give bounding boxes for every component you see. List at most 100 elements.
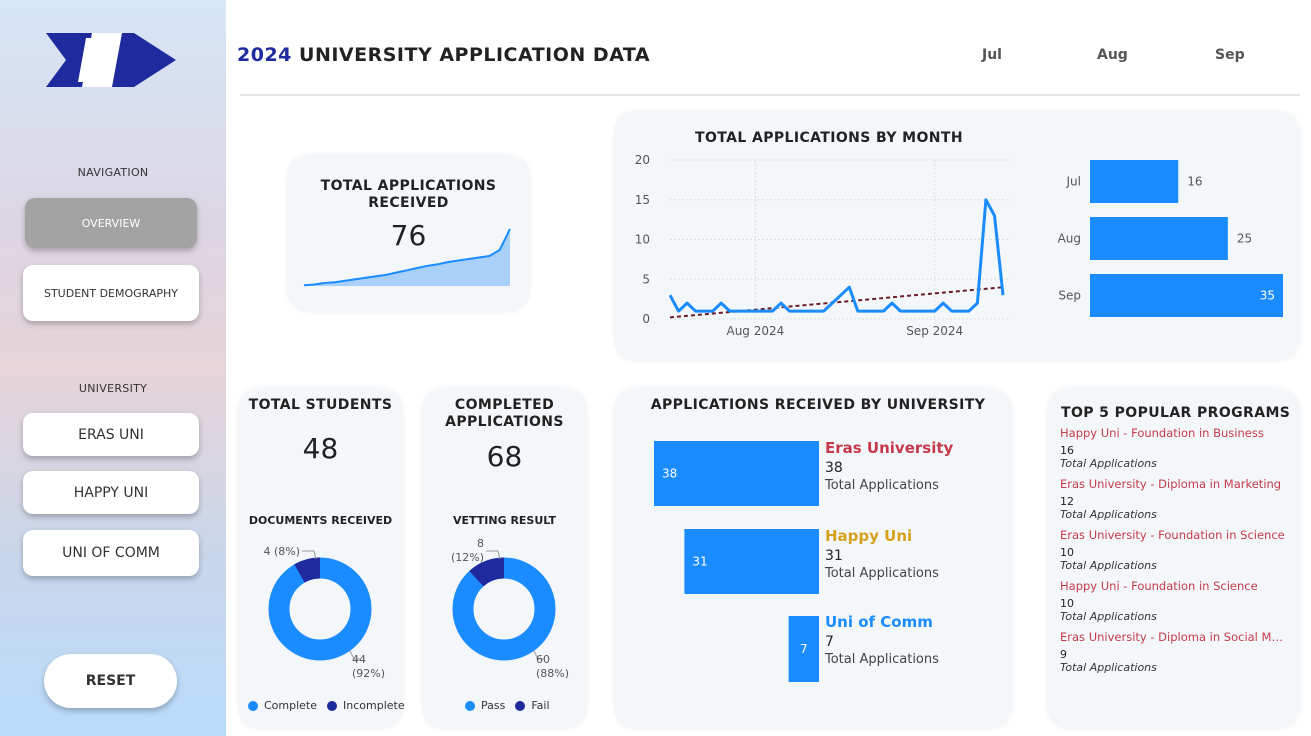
donut-slice-main — [452, 557, 556, 661]
legend-pass-label: Pass — [481, 699, 506, 712]
month-slicer-aug[interactable]: Aug — [1097, 47, 1128, 63]
y-tick-label: 5 — [642, 272, 650, 286]
applications-sparkline — [303, 228, 511, 287]
uni-comm-value: 7 — [825, 634, 834, 650]
program-name: Eras University - Diploma in Social Me..… — [1060, 630, 1285, 644]
donut-big-label: 44 — [352, 653, 366, 666]
y-tick-label: 15 — [635, 193, 650, 207]
donut-small-label: (12%) — [451, 551, 484, 564]
total-students-card: TOTAL STUDENTS 48 DOCUMENTS RECEIVED 4 (… — [238, 388, 405, 729]
university-bar-chart: 38 31 7 — [654, 441, 819, 682]
legend-incomplete-dot — [327, 700, 338, 711]
uni-comm-name: Uni of Comm — [825, 613, 933, 631]
uni-comm-button[interactable]: UNI OF COMM — [23, 530, 199, 576]
legend-incomplete-label: Incomplete — [343, 699, 405, 712]
program-sub: Total Applications — [1060, 508, 1157, 521]
program-item: Eras University - Diploma in Marketing 12… — [1060, 477, 1290, 521]
documents-donut-chart: 4 (8%) 44(92%) — [263, 545, 385, 680]
documents-received-title: DOCUMENTS RECEIVED — [248, 514, 393, 527]
sidebar: NAVIGATION OVERVIEW STUDENT DEMOGRAPHY U… — [0, 0, 226, 736]
donut-big-label: (92%) — [352, 667, 385, 680]
program-sub: Total Applications — [1060, 610, 1157, 623]
university-bar — [654, 441, 819, 506]
legend-fail-label: Fail — [531, 699, 550, 712]
program-value: 10 — [1060, 597, 1074, 610]
donut-small-label: 8 — [477, 537, 484, 550]
uni-happy-button[interactable]: HAPPY UNI — [23, 471, 199, 514]
vetting-donut-chart: 8(12%) 60(88%) — [451, 537, 569, 680]
month-slicer-jul[interactable]: Jul — [982, 47, 1002, 63]
top-programs-card: TOP 5 POPULAR PROGRAMS Happy Uni - Found… — [1047, 388, 1300, 729]
header-divider — [240, 94, 1300, 96]
program-sub: Total Applications — [1060, 457, 1157, 470]
university-bar-label: 7 — [800, 642, 808, 656]
month-bar — [1090, 217, 1228, 260]
nav-overview-button[interactable]: OVERVIEW — [25, 198, 197, 248]
program-sub: Total Applications — [1060, 559, 1157, 572]
top-programs-list: Happy Uni - Foundation in Business 16 Tota… — [1060, 426, 1290, 681]
completed-applications-card: COMPLETED APPLICATIONS 68 VETTING RESULT… — [422, 388, 587, 729]
legend-complete-dot — [248, 700, 258, 711]
legend-complete-label: Complete — [264, 699, 318, 712]
donut-slice-main — [268, 557, 372, 661]
total-applications-title: TOTAL APPLICATIONS RECEIVED — [320, 178, 497, 211]
month-bar — [1090, 160, 1179, 203]
legend-fail-dot — [515, 700, 526, 711]
program-sub: Total Applications — [1060, 661, 1157, 674]
total-applications-card: TOTAL APPLICATIONS RECEIVED 76 — [287, 155, 530, 312]
completed-applications-title: COMPLETED APPLICATIONS — [445, 397, 564, 430]
month-bar-category-label: Jul — [1066, 175, 1081, 189]
page-title-year: 2024 — [237, 44, 292, 66]
applications-by-month-card: TOTAL APPLICATIONS BY MONTH 0 5 10 15 20 Aug … — [614, 111, 1300, 361]
program-name: Happy Uni - Foundation in Science — [1060, 579, 1258, 593]
program-name: Happy Uni - Foundation in Business — [1060, 426, 1264, 440]
applications-month-bar-chart: Jul 16 Aug 25 Sep 35 — [1058, 160, 1283, 317]
documents-legend: Complete Incomplete — [248, 699, 405, 712]
month-bar-value-label: 25 — [1237, 232, 1252, 246]
logo-icon — [46, 33, 176, 87]
page-title-text: UNIVERSITY APPLICATION DATA — [299, 44, 651, 66]
leader-line — [486, 550, 501, 560]
month-bar-value-label: 16 — [1187, 175, 1202, 189]
uni-eras-name: Eras University — [825, 439, 954, 457]
y-tick-label: 20 — [635, 153, 650, 167]
program-item: Happy Uni - Foundation in Science 10 Total… — [1060, 579, 1290, 623]
page-title: 2024 UNIVERSITY APPLICATION DATA — [237, 44, 650, 66]
leader-line — [302, 550, 317, 560]
legend-pass-dot — [465, 700, 475, 711]
donut-big-label: 60 — [536, 653, 550, 666]
program-value: 16 — [1060, 444, 1074, 457]
program-item: Eras University - Foundation in Science 1… — [1060, 528, 1290, 572]
applications-line-chart: 0 5 10 15 20 Aug 2024 Sep 2024 — [635, 153, 1011, 338]
y-tick-label: 0 — [642, 312, 650, 326]
program-name: Eras University - Foundation in Science — [1060, 528, 1285, 542]
nav-student-demography-button[interactable]: STUDENT DEMOGRAPHY — [23, 265, 199, 321]
university-bar-label: 38 — [662, 467, 677, 481]
vetting-legend: Pass Fail — [465, 699, 550, 712]
x-tick-label: Sep 2024 — [906, 324, 963, 338]
y-tick-label: 10 — [635, 233, 650, 247]
month-bar — [1090, 274, 1283, 317]
month-bar-category-label: Sep — [1058, 289, 1081, 303]
uni-eras-sub: Total Applications — [825, 478, 939, 493]
total-students-value: 48 — [302, 432, 339, 465]
program-value: 10 — [1060, 546, 1074, 559]
uni-happy-sub: Total Applications — [825, 566, 939, 581]
x-tick-label: Aug 2024 — [726, 324, 784, 338]
program-value: 12 — [1060, 495, 1074, 508]
top-programs-title: TOP 5 POPULAR PROGRAMS — [1061, 405, 1291, 421]
uni-eras-value: 38 — [825, 460, 843, 476]
month-slicer-sep[interactable]: Sep — [1215, 47, 1245, 63]
month-bar-category-label: Aug — [1058, 232, 1081, 246]
total-students-title: TOTAL STUDENTS — [248, 397, 393, 413]
reset-button[interactable]: RESET — [44, 654, 177, 708]
program-item: Eras University - Diploma in Social Me..… — [1060, 630, 1290, 674]
donut-small-label: 4 (8%) — [263, 545, 300, 558]
program-item: Happy Uni - Foundation in Business 16 Tota… — [1060, 426, 1290, 470]
series-line — [668, 198, 1005, 313]
uni-eras-button[interactable]: ERAS UNI — [23, 413, 199, 456]
program-name: Eras University - Diploma in Marketing — [1060, 477, 1282, 491]
donut-big-label: (88%) — [536, 667, 569, 680]
university-bar-label: 31 — [692, 555, 707, 569]
program-value: 9 — [1060, 648, 1067, 661]
